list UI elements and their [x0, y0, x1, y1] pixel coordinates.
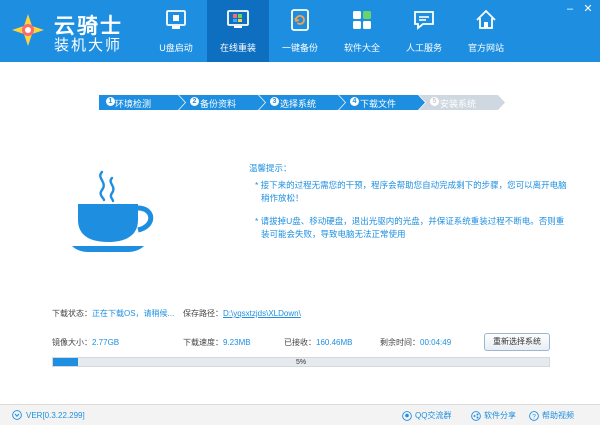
status-label: 下载状态： — [52, 309, 92, 318]
nav-label: 一键备份 — [269, 41, 331, 54]
download-progress-bar: 5% — [52, 357, 550, 367]
step-label: 选择系统 — [280, 97, 316, 110]
nav-label: 人工服务 — [393, 41, 455, 54]
help-video-label: 帮助视频 — [542, 410, 574, 421]
svg-text:?: ? — [532, 413, 536, 420]
home-icon — [474, 8, 498, 32]
reselect-system-button[interactable]: 重新选择系统 — [484, 333, 550, 351]
step-label: 环境检测 — [115, 97, 151, 110]
path-label: 保存路径： — [183, 309, 223, 318]
share-icon — [471, 411, 481, 421]
step-number: 4 — [350, 97, 359, 106]
windows-monitor-icon — [226, 8, 250, 32]
nav-online-reinstall[interactable]: 在线重装 — [207, 0, 269, 62]
install-steps: 1 环境检测 2 备份资料 3 选择系统 4 下载文件 5 安装系统 — [99, 95, 499, 110]
nav-software[interactable]: 软件大全 — [331, 0, 393, 62]
download-status-row: 下载状态：正在下载OS，请稍候... — [52, 308, 174, 319]
nav-manual-service[interactable]: 人工服务 — [393, 0, 455, 62]
nav-label: U盘启动 — [145, 41, 207, 54]
nav-label: 软件大全 — [331, 41, 393, 54]
main-nav: U盘启动 在线重装 一键备份 — [145, 0, 517, 62]
app-grid-icon — [350, 8, 374, 32]
step-label: 下载文件 — [360, 97, 396, 110]
version-label: VER[0.3.22.299] — [26, 411, 85, 420]
nav-usb-boot[interactable]: U盘启动 — [145, 0, 207, 62]
status-footer: VER[0.3.22.299] QQ交流群 软件分享 ? 帮助视频 — [0, 404, 600, 425]
tip-item: * 接下来的过程无需您的干预，程序会帮助您自动完成剩下的步骤，您可以离开电脑稍作… — [249, 179, 569, 205]
qq-icon — [402, 411, 412, 421]
size-value: 2.77GB — [92, 338, 119, 347]
step-number: 2 — [190, 97, 199, 106]
step-label: 安装系统 — [440, 97, 476, 110]
remaining-value: 00:04:49 — [420, 338, 451, 347]
nav-label: 在线重装 — [207, 41, 269, 54]
save-path-link[interactable]: D:\yqsxtzjds\XLDown\ — [223, 309, 301, 318]
status-value: 正在下载OS，请稍候... — [92, 309, 174, 318]
version-info[interactable]: VER[0.3.22.299] — [12, 410, 85, 420]
chevron-down-icon — [12, 410, 22, 420]
coffee-cup-icon — [72, 168, 160, 254]
received-stat: 已接收：160.46MB — [284, 337, 352, 348]
download-speed-stat: 下载速度：9.23MB — [183, 337, 251, 348]
backup-icon — [288, 8, 312, 32]
share-label: 软件分享 — [484, 410, 516, 421]
app-subtitle: 装机大师 — [54, 34, 122, 55]
remaining-time-stat: 剩余时间：00:04:49 — [380, 337, 451, 348]
tips-title: 温馨提示： — [249, 162, 569, 175]
nav-official-site[interactable]: 官方网站 — [455, 0, 517, 62]
save-path-row: 保存路径：D:\yqsxtzjds\XLDown\ — [183, 308, 301, 319]
qq-group-link[interactable]: QQ交流群 — [402, 410, 451, 421]
title-bar: 云骑士 装机大师 U盘启动 在线重装 — [0, 0, 600, 62]
received-value: 160.46MB — [316, 338, 352, 347]
logo: 云骑士 装机大师 — [6, 6, 146, 54]
step-number: 3 — [270, 97, 279, 106]
progress-percent: 5% — [53, 358, 549, 367]
help-video-link[interactable]: ? 帮助视频 — [529, 410, 574, 421]
tips-panel: 温馨提示： * 接下来的过程无需您的干预，程序会帮助您自动完成剩下的步骤，您可以… — [249, 162, 569, 251]
speed-label: 下载速度： — [183, 338, 223, 347]
window-controls: – ✕ — [564, 3, 594, 15]
usb-drive-icon — [164, 8, 188, 32]
remaining-label: 剩余时间： — [380, 338, 420, 347]
step-number: 1 — [106, 97, 115, 106]
nav-one-click-backup[interactable]: 一键备份 — [269, 0, 331, 62]
chat-service-icon — [412, 8, 436, 32]
help-icon: ? — [529, 411, 539, 421]
close-icon[interactable]: ✕ — [582, 3, 594, 15]
nav-label: 官方网站 — [455, 41, 517, 54]
minimize-icon[interactable]: – — [564, 3, 576, 15]
qq-group-label: QQ交流群 — [415, 410, 451, 421]
speed-value: 9.23MB — [223, 338, 251, 347]
step-number: 5 — [430, 97, 439, 106]
logo-mark-icon — [10, 12, 46, 48]
image-size-stat: 镜像大小：2.77GB — [52, 337, 119, 348]
size-label: 镜像大小： — [52, 338, 92, 347]
share-link[interactable]: 软件分享 — [471, 410, 516, 421]
step-label: 备份资料 — [200, 97, 236, 110]
received-label: 已接收： — [284, 338, 316, 347]
tip-item: * 请拔掉U盘、移动硬盘，退出光驱内的光盘，并保证系统重装过程不断电。否则重装可… — [249, 215, 569, 241]
